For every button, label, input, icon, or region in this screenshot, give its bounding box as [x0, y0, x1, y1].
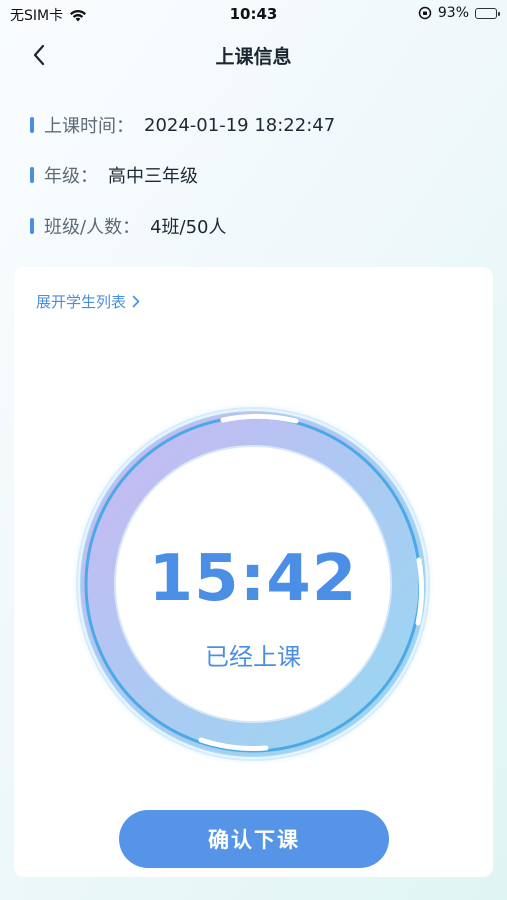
elapsed-timer: 15:42	[148, 542, 358, 616]
expand-link-label: 展开学生列表	[36, 293, 127, 311]
info-row-grade: 年级： 高中三年级	[30, 160, 198, 190]
info-row-class-size: 班级/人数： 4班/50人	[30, 211, 227, 241]
class-card: 展开学生列表 15:42 已经上课 确认下课	[14, 267, 493, 877]
accent-bar	[30, 167, 34, 183]
status-right: 93%	[418, 5, 500, 21]
info-label: 上课时间：	[44, 116, 134, 137]
battery-percent: 93%	[437, 5, 469, 21]
info-label: 班级/人数：	[44, 217, 141, 238]
battery-icon	[475, 7, 500, 19]
accent-bar	[30, 218, 34, 234]
status-bar: 无SIM卡 10:43 93%	[0, 0, 507, 28]
chevron-right-icon	[132, 295, 140, 308]
class-status-label: 已经上课	[205, 643, 301, 671]
info-value: 高中三年级	[108, 166, 198, 187]
accent-bar	[30, 117, 34, 133]
info-label: 年级：	[44, 166, 98, 187]
info-value: 2024-01-19 18:22:47	[144, 114, 336, 136]
info-row-class-time: 上课时间： 2024-01-19 18:22:47	[30, 110, 335, 140]
info-value: 4班/50人	[150, 217, 227, 238]
orientation-lock-icon	[418, 6, 432, 20]
expand-student-list-link[interactable]: 展开学生列表	[36, 291, 140, 312]
nav-bar: 上课信息	[0, 32, 507, 78]
timer-dial: 15:42 已经上课	[70, 401, 436, 767]
page-title: 上课信息	[215, 46, 292, 68]
end-class-button[interactable]: 确认下课	[119, 810, 389, 868]
